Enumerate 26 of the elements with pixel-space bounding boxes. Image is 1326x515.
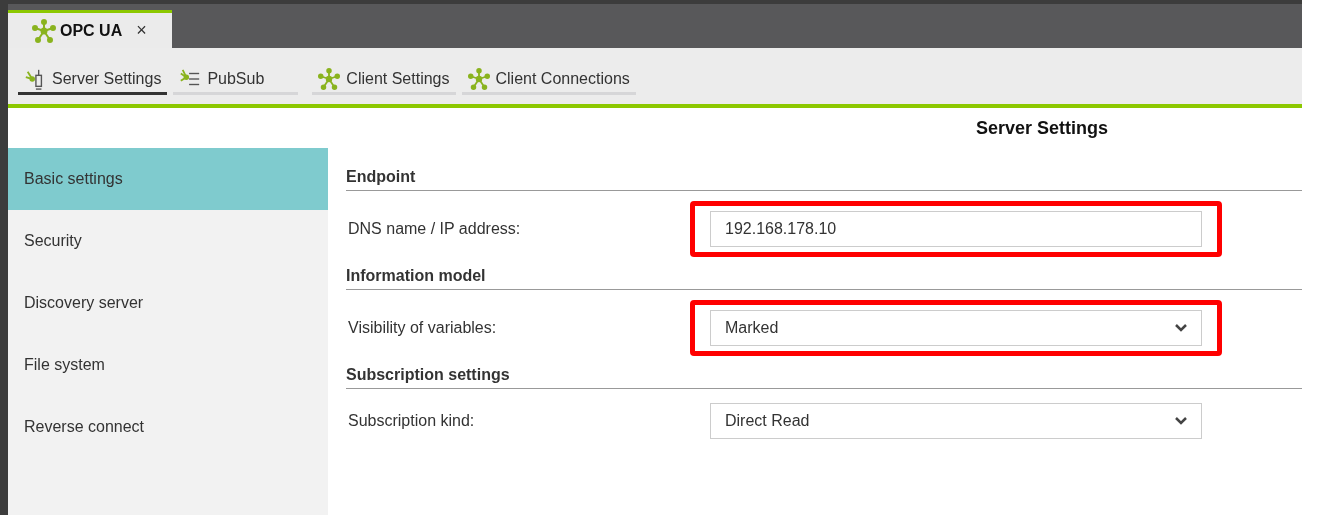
field-label: Subscription kind: [347,412,476,430]
section-heading: Subscription settings [346,366,1302,389]
network-icon [318,67,341,90]
sidebar-item[interactable]: Reverse connect [8,396,328,458]
sidebar-item[interactable]: Basic settings [8,148,328,210]
sidebar-item[interactable]: File system [8,334,328,396]
page-title: Server Settings [975,117,1108,139]
toolbar-tab[interactable]: PubSub [173,65,299,95]
sidebar-item[interactable]: Security [8,210,328,272]
field-label: DNS name / IP address: [347,220,522,238]
field-label: Visibility of variables: [347,319,498,337]
window-tab[interactable]: OPC UA × [8,10,172,48]
toolbar-tab[interactable]: Client Settings [312,65,456,95]
chevron-icon [1175,324,1187,332]
toolbar-tab[interactable]: Server Settings [18,65,168,95]
input-field[interactable]: 192.168.178.10 [710,211,1202,247]
chevron-icon [1175,417,1187,425]
section-heading: Information model [346,267,1302,290]
section-heading: Endpoint [346,168,1302,191]
dropdown[interactable]: Marked [710,310,1202,346]
dropdown[interactable]: Direct Read [710,403,1202,439]
network-icon [32,18,56,43]
toolbar-tab[interactable]: Client Connections [461,65,636,95]
close-button[interactable]: × [136,20,147,41]
sidebar-item[interactable]: Discovery server [8,272,328,334]
network-icon [467,67,490,90]
